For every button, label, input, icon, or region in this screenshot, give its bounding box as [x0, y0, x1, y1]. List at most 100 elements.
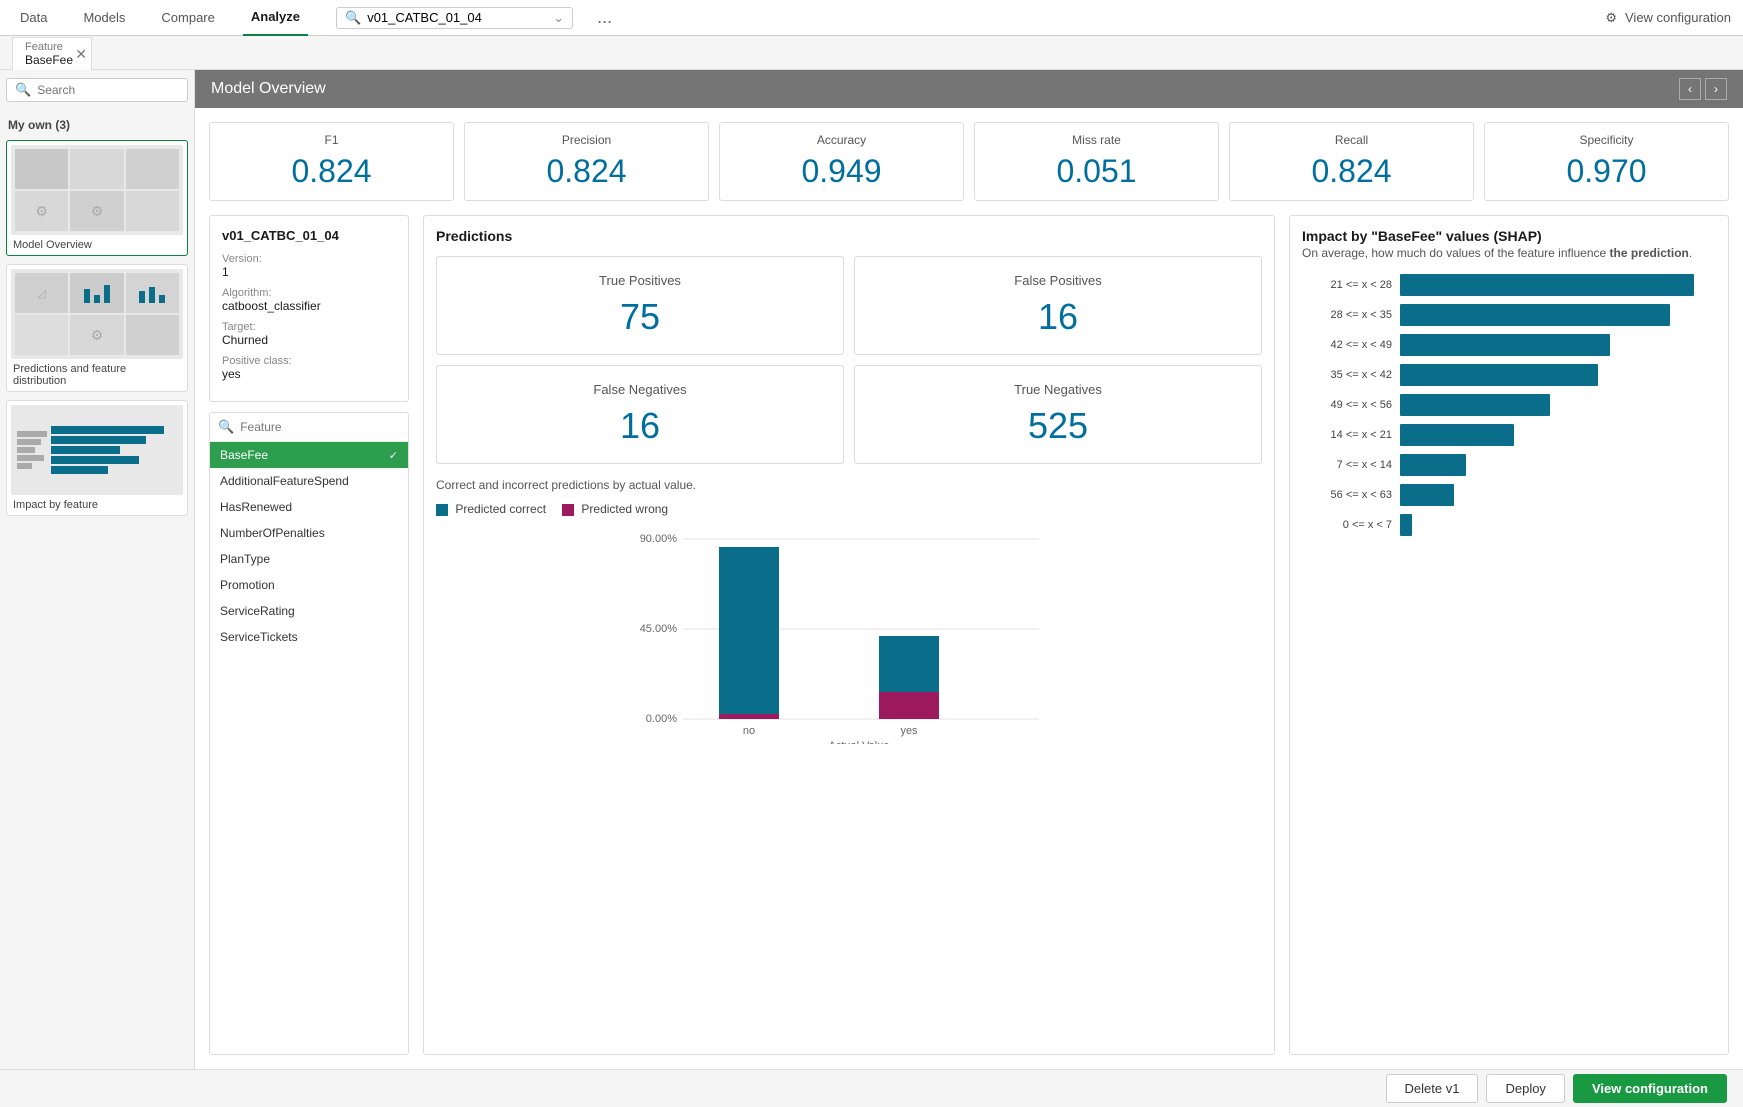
bar-no-wrong — [719, 714, 779, 719]
shap-bars: 21 <= x < 28 28 <= x < 35 42 <= x < 49 3… — [1302, 274, 1716, 1042]
metric-miss-rate: Miss rate 0.051 — [974, 122, 1219, 201]
shap-bar-row: 42 <= x < 49 — [1302, 334, 1716, 356]
bar-chart-area: 90.00% 45.00% 0.00% — [436, 524, 1262, 1042]
shap-bar-label: 42 <= x < 49 — [1302, 339, 1392, 351]
legend-wrong: Predicted wrong — [562, 502, 668, 516]
sidebar-label-model-overview: Model Overview — [11, 239, 183, 251]
feature-tab[interactable]: Feature BaseFee ✕ — [12, 37, 92, 70]
model-version-row: Version: 1 — [222, 253, 396, 279]
model-algorithm-row: Algorithm: catboost_classifier — [222, 287, 396, 313]
false-negatives-cell: False Negatives 16 — [436, 365, 844, 464]
sidebar-search-icon: 🔍 — [15, 82, 31, 98]
true-positives-cell: True Positives 75 — [436, 256, 844, 355]
svg-text:yes: yes — [900, 725, 918, 737]
feature-item[interactable]: ServiceRating — [210, 598, 408, 624]
chart-subtitle: Correct and incorrect predictions by act… — [436, 478, 1262, 492]
deploy-button[interactable]: Deploy — [1486, 1074, 1564, 1103]
false-positives-label: False Positives — [1014, 273, 1101, 288]
metric-recall-label: Recall — [1335, 133, 1368, 147]
shap-bar-label: 0 <= x < 7 — [1302, 519, 1392, 531]
metric-miss-rate-value: 0.051 — [1056, 153, 1136, 190]
bar-chart-svg: 90.00% 45.00% 0.00% — [436, 524, 1262, 744]
top-search-input[interactable] — [367, 10, 547, 25]
shap-title: Impact by "BaseFee" values (SHAP) — [1302, 228, 1716, 244]
metric-specificity-value: 0.970 — [1566, 153, 1646, 190]
tab-close-icon[interactable]: ✕ — [75, 47, 87, 61]
prev-button[interactable]: ‹ — [1679, 78, 1701, 100]
shap-bar-label: 56 <= x < 63 — [1302, 489, 1392, 501]
sidebar-item-predictions[interactable]: ◿ ⚙ Predictions and feature distribution — [6, 264, 188, 392]
shap-bar-label: 7 <= x < 14 — [1302, 459, 1392, 471]
metric-miss-rate-label: Miss rate — [1072, 133, 1121, 147]
sidebar-item-model-overview[interactable]: ⚙ ⚙ Model Overview — [6, 140, 188, 256]
feature-search-icon: 🔍 — [218, 419, 234, 435]
svg-text:no: no — [743, 725, 755, 737]
metric-precision: Precision 0.824 — [464, 122, 709, 201]
tab-value: BaseFee — [25, 53, 79, 67]
model-title: v01_CATBC_01_04 — [222, 228, 396, 243]
model-positive-class-row: Positive class: yes — [222, 355, 396, 381]
feature-item[interactable]: Promotion — [210, 572, 408, 598]
metric-precision-label: Precision — [562, 133, 611, 147]
sidebar-item-impact[interactable]: Impact by feature — [6, 400, 188, 516]
sidebar-label-predictions: Predictions and feature distribution — [11, 363, 183, 387]
model-target-row: Target: Churned — [222, 321, 396, 347]
metric-f1-value: 0.824 — [291, 153, 371, 190]
target-value: Churned — [222, 333, 396, 347]
nav-compare[interactable]: Compare — [153, 0, 222, 36]
false-positives-cell: False Positives 16 — [854, 256, 1262, 355]
feature-item[interactable]: BaseFee✓ — [210, 442, 408, 468]
true-negatives-value: 525 — [1028, 405, 1088, 447]
true-negatives-label: True Negatives — [1014, 382, 1102, 397]
legend-wrong-dot — [562, 504, 574, 516]
feature-search-input[interactable] — [240, 420, 400, 434]
sidebar-search-box: 🔍 — [6, 78, 188, 102]
shap-bar-label: 35 <= x < 42 — [1302, 369, 1392, 381]
metric-precision-value: 0.824 — [546, 153, 626, 190]
positive-class-value: yes — [222, 367, 396, 381]
shap-bar-label: 14 <= x < 21 — [1302, 429, 1392, 441]
nav-data[interactable]: Data — [12, 0, 55, 36]
thumbnail-predictions: ◿ ⚙ — [11, 269, 183, 359]
bar-yes-wrong — [879, 692, 939, 719]
bottom-bar: Delete v1 Deploy View configuration — [0, 1069, 1743, 1107]
shap-bar-track — [1400, 304, 1716, 326]
true-positives-value: 75 — [620, 296, 660, 338]
tab-label: Feature — [25, 41, 79, 53]
feature-item[interactable]: ServiceTickets — [210, 624, 408, 650]
view-config-bottom-button[interactable]: View configuration — [1573, 1074, 1727, 1103]
shap-bar-track — [1400, 514, 1716, 536]
shap-panel: Impact by "BaseFee" values (SHAP) On ave… — [1289, 215, 1729, 1055]
header-nav: ‹ › — [1679, 78, 1727, 100]
feature-item[interactable]: NumberOfPenalties — [210, 520, 408, 546]
svg-text:0.00%: 0.00% — [646, 713, 677, 725]
main-layout: 🔍 My own (3) ⚙ ⚙ Model Overview — [0, 70, 1743, 1069]
next-button[interactable]: › — [1705, 78, 1727, 100]
shap-bar-row: 49 <= x < 56 — [1302, 394, 1716, 416]
more-options-icon[interactable]: ... — [597, 7, 612, 28]
metric-specificity: Specificity 0.970 — [1484, 122, 1729, 201]
dropdown-icon[interactable]: ⌄ — [553, 10, 564, 26]
shap-bar-label: 28 <= x < 35 — [1302, 309, 1392, 321]
shap-bar-row: 56 <= x < 63 — [1302, 484, 1716, 506]
feature-item[interactable]: AdditionalFeatureSpend — [210, 468, 408, 494]
shap-bar-row: 7 <= x < 14 — [1302, 454, 1716, 476]
view-config-button[interactable]: ⚙ View configuration — [1605, 10, 1731, 26]
shap-bar-fill — [1400, 514, 1412, 536]
feature-item[interactable]: HasRenewed — [210, 494, 408, 520]
nav-analyze[interactable]: Analyze — [243, 0, 308, 36]
settings-icon: ⚙ — [1605, 10, 1617, 26]
shap-bar-track — [1400, 454, 1716, 476]
shap-bar-row: 0 <= x < 7 — [1302, 514, 1716, 536]
tab-row: Feature BaseFee ✕ — [0, 36, 1743, 70]
thumbnail-model-overview: ⚙ ⚙ — [11, 145, 183, 235]
nav-models[interactable]: Models — [75, 0, 133, 36]
model-info-card: v01_CATBC_01_04 Version: 1 Algorithm: ca… — [209, 215, 409, 402]
predictions-panel: Predictions True Positives 75 False Posi… — [423, 215, 1275, 1055]
sidebar-search-input[interactable] — [37, 83, 157, 97]
delete-button[interactable]: Delete v1 — [1386, 1074, 1479, 1103]
feature-item[interactable]: PlanType — [210, 546, 408, 572]
top-nav: Data Models Compare Analyze 🔍 ⌄ ... ⚙ Vi… — [0, 0, 1743, 36]
algorithm-value: catboost_classifier — [222, 299, 396, 313]
top-search-box: 🔍 ⌄ — [336, 7, 573, 29]
